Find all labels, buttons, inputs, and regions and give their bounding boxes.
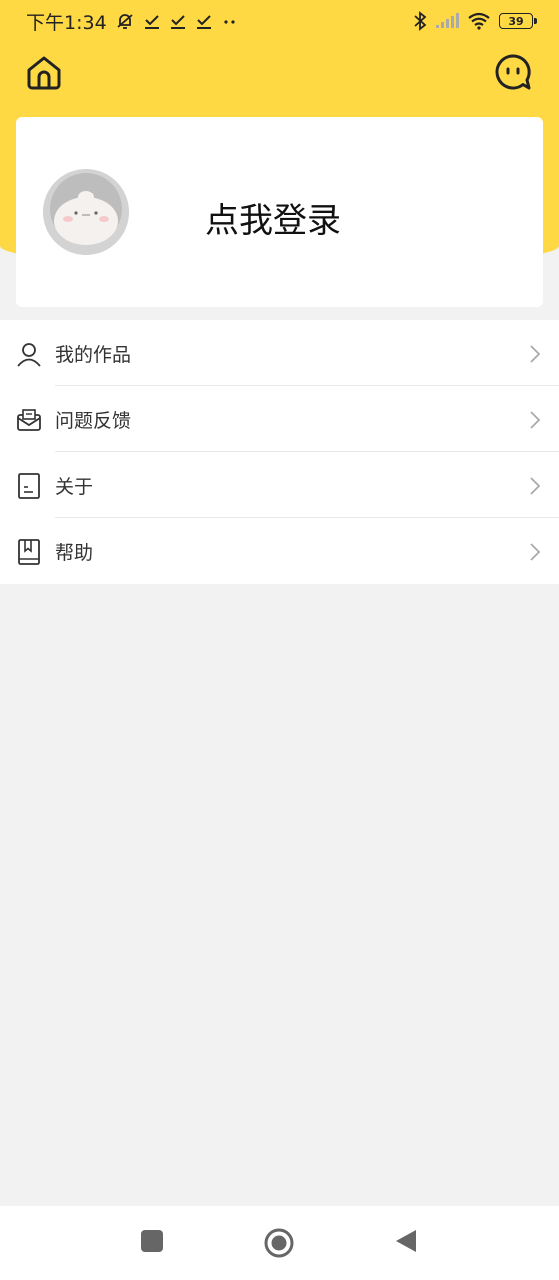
wifi-icon bbox=[468, 12, 490, 30]
check-download-icon bbox=[196, 15, 211, 29]
mail-icon bbox=[17, 409, 41, 431]
battery-level: 39 bbox=[508, 14, 524, 28]
robot-avatar-icon[interactable] bbox=[43, 169, 129, 255]
avatar-graphic bbox=[43, 169, 129, 255]
status-bar: 下午1:34 39 bbox=[0, 0, 559, 42]
chevron-right-icon bbox=[530, 345, 541, 363]
home-icon[interactable] bbox=[24, 52, 64, 92]
status-right: 39 bbox=[413, 11, 537, 31]
login-card[interactable]: 点我登录 bbox=[16, 117, 543, 307]
back-button[interactable] bbox=[394, 1228, 418, 1254]
menu-item-label: 我的作品 bbox=[55, 343, 132, 366]
signal-icon bbox=[436, 13, 459, 28]
settings-menu: 我的作品 问题反馈 关于 帮助 bbox=[0, 320, 559, 584]
check-download-icon bbox=[144, 15, 159, 29]
chevron-right-icon bbox=[530, 411, 541, 429]
book-icon bbox=[18, 539, 40, 565]
check-download-icon bbox=[170, 15, 185, 29]
menu-item-help[interactable]: 帮助 bbox=[0, 518, 559, 584]
menu-item-label: 帮助 bbox=[55, 541, 94, 564]
system-nav-bar bbox=[0, 1206, 559, 1280]
bluetooth-icon bbox=[414, 11, 427, 31]
user-icon bbox=[17, 343, 41, 367]
home-nav-button[interactable] bbox=[263, 1228, 295, 1258]
more-dots-icon bbox=[224, 20, 235, 24]
document-icon bbox=[18, 473, 40, 499]
battery-icon: 39 bbox=[499, 13, 537, 29]
menu-item-about[interactable]: 关于 bbox=[0, 452, 559, 518]
menu-item-my-works[interactable]: 我的作品 bbox=[0, 320, 559, 386]
menu-item-feedback[interactable]: 问题反馈 bbox=[0, 386, 559, 452]
status-time: 下午1:34 bbox=[26, 11, 107, 34]
muted-bell-icon bbox=[117, 14, 133, 29]
chevron-right-icon bbox=[530, 477, 541, 495]
chat-bubble-icon[interactable] bbox=[493, 52, 533, 92]
login-label[interactable]: 点我登录 bbox=[205, 193, 341, 242]
menu-item-label: 关于 bbox=[55, 475, 94, 498]
chevron-right-icon bbox=[530, 543, 541, 561]
status-left: 下午1:34 bbox=[26, 8, 239, 35]
menu-item-label: 问题反馈 bbox=[55, 409, 132, 432]
recents-button[interactable] bbox=[140, 1228, 164, 1254]
